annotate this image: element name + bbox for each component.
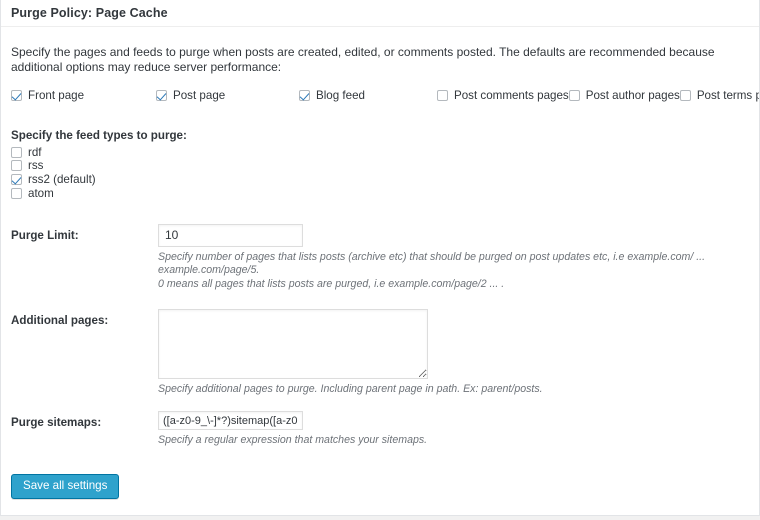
checkbox-label-rss[interactable]: rss	[28, 159, 43, 172]
additional-pages-row: Additional pages: Specify additional pag…	[11, 309, 749, 397]
additional-pages-label: Additional pages:	[11, 314, 109, 328]
checkbox-post-author-pages[interactable]	[568, 90, 580, 102]
checkbox-rdf[interactable]	[11, 146, 22, 158]
checkbox-blog-feed[interactable]	[299, 90, 310, 102]
intro-text: Specify the pages and feeds to purge whe…	[11, 45, 715, 74]
checkbox-front-page[interactable]	[11, 90, 22, 102]
purge-sitemaps-row: Purge sitemaps: Specify a regular expres…	[11, 411, 749, 448]
checkbox-post-page[interactable]	[156, 90, 167, 102]
checkbox-atom[interactable]	[11, 187, 22, 199]
checkbox-row-post-terms-pages[interactable]: Post terms pages	[679, 89, 759, 103]
additional-pages-textarea[interactable]	[158, 309, 428, 380]
purge-limit-hint-line1: Specify number of pages that lists posts…	[158, 250, 706, 277]
panel-body: Specify the pages and feeds to purge whe…	[1, 45, 759, 499]
checkbox-row-post-comments-pages[interactable]: Post comments pages	[437, 89, 569, 103]
checkbox-label-post-comments-pages[interactable]: Post comments pages	[454, 89, 569, 102]
checkbox-row-blog-feed[interactable]: Blog feed	[299, 89, 437, 103]
purge-sitemaps-hint: Specify a regular expression that matche…	[158, 434, 428, 447]
checkbox-label-blog-feed[interactable]: Blog feed	[316, 89, 365, 102]
page-title: Purge Policy: Page Cache	[11, 6, 168, 20]
checkbox-post-terms-pages[interactable]	[679, 90, 691, 102]
feed-types-list: rdf rss rss2 (default) atom	[11, 146, 749, 200]
purge-limit-input[interactable]	[158, 223, 303, 247]
checkbox-row-atom[interactable]: atom	[11, 186, 749, 200]
checkbox-row-post-author-pages[interactable]: Post author pages	[568, 89, 680, 103]
feed-types-label: Specify the feed types to purge:	[11, 128, 187, 142]
purge-policy-panel: Purge Policy: Page Cache Specify the pag…	[0, 0, 760, 516]
checkbox-rss2[interactable]	[11, 174, 22, 186]
checkbox-row-post-page[interactable]: Post page	[156, 89, 299, 103]
panel-header: Purge Policy: Page Cache	[1, 0, 759, 27]
purge-limit-label: Purge Limit:	[11, 228, 79, 242]
checkbox-label-atom[interactable]: atom	[28, 187, 54, 200]
checkbox-label-front-page[interactable]: Front page	[28, 89, 84, 102]
save-all-settings-button[interactable]: Save all settings	[11, 473, 120, 499]
checkbox-post-comments-pages[interactable]	[437, 90, 448, 102]
checkbox-row-rdf[interactable]: rdf	[11, 146, 749, 160]
checkbox-row-front-page[interactable]: Front page	[11, 89, 156, 103]
purge-sitemaps-input[interactable]	[158, 411, 303, 431]
purge-limit-row: Purge Limit: Specify number of pages tha…	[11, 223, 749, 292]
additional-pages-hint: Specify additional pages to purge. Inclu…	[158, 383, 543, 396]
checkbox-label-rss2[interactable]: rss2 (default)	[28, 173, 96, 186]
checkbox-label-rdf[interactable]: rdf	[28, 146, 42, 159]
checkbox-row-rss2[interactable]: rss2 (default)	[11, 173, 749, 187]
purge-limit-hint-line2: 0 means all pages that lists posts are p…	[158, 277, 505, 290]
checkbox-row-rss[interactable]: rss	[11, 159, 749, 173]
pages-and-feeds-checkbox-grid: Front page Post page Blog feed Post comm…	[11, 89, 759, 103]
purge-limit-hint: Specify number of pages that lists posts…	[158, 251, 749, 292]
checkbox-label-post-terms-pages[interactable]: Post terms pages	[697, 89, 759, 102]
checkbox-label-post-author-pages[interactable]: Post author pages	[586, 89, 680, 102]
purge-sitemaps-label: Purge sitemaps:	[11, 415, 102, 429]
checkbox-rss[interactable]	[11, 160, 22, 172]
checkbox-label-post-page[interactable]: Post page	[173, 89, 225, 102]
